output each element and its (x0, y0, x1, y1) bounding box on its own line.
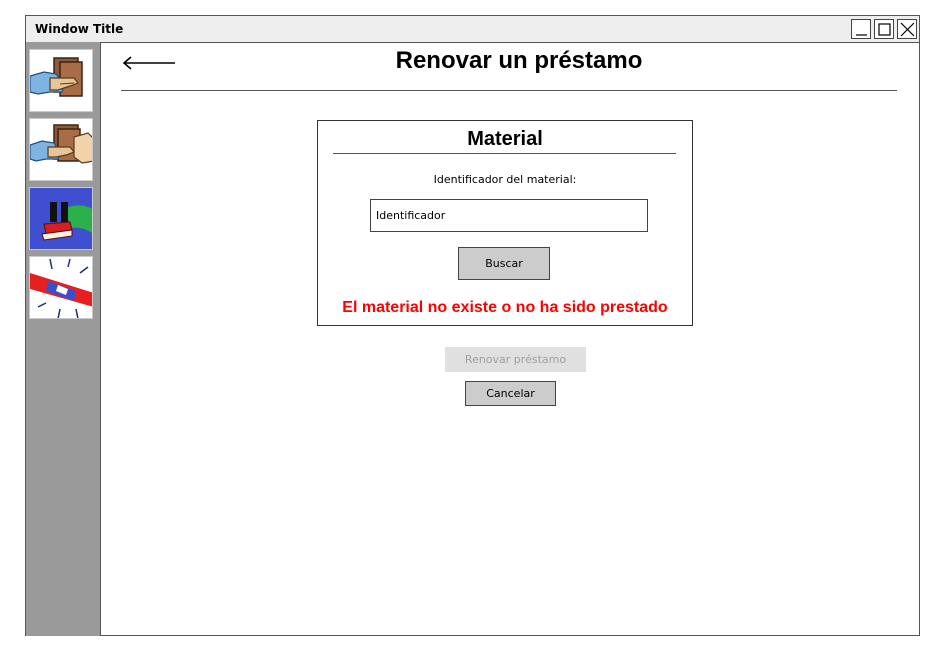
panel-title: Material (467, 128, 543, 150)
page-title: Renovar un préstamo (395, 47, 643, 74)
alert-icon (30, 258, 92, 318)
error-message: El material no existe o no ha sido prest… (342, 299, 668, 316)
sidebar-item-devolucion[interactable] (29, 118, 93, 181)
renew-loan-button[interactable]: Renovar préstamo (445, 347, 586, 372)
return-book-icon (30, 124, 92, 164)
close-icon (900, 22, 915, 37)
sidebar-item-prestamo[interactable] (29, 49, 93, 112)
pause-book-icon (41, 202, 92, 241)
search-button[interactable]: Buscar (458, 247, 550, 280)
minimize-button[interactable] (851, 19, 871, 39)
sidebar-item-pausa[interactable] (29, 187, 93, 250)
app-window: Window Title Renovar un préstamo Materia… (25, 15, 920, 636)
title-divider (121, 90, 897, 91)
cancel-button[interactable]: Cancelar (465, 381, 556, 406)
maximize-icon (878, 23, 891, 36)
sidebar-item-alerta[interactable] (29, 256, 93, 319)
main-content: Renovar un préstamo Material Identificad… (102, 42, 920, 636)
material-panel: Material Identificador del material: Bus… (317, 120, 693, 326)
panel-divider (333, 153, 676, 154)
maximize-button[interactable] (874, 19, 894, 39)
title-bar: Window Title (26, 16, 919, 43)
material-id-label: Identificador del material: (433, 173, 577, 186)
sidebar (26, 42, 101, 636)
material-id-input[interactable] (370, 199, 648, 232)
close-button[interactable] (897, 19, 917, 39)
minimize-icon (856, 34, 867, 36)
lend-book-icon (30, 57, 83, 97)
window-title: Window Title (35, 22, 124, 36)
